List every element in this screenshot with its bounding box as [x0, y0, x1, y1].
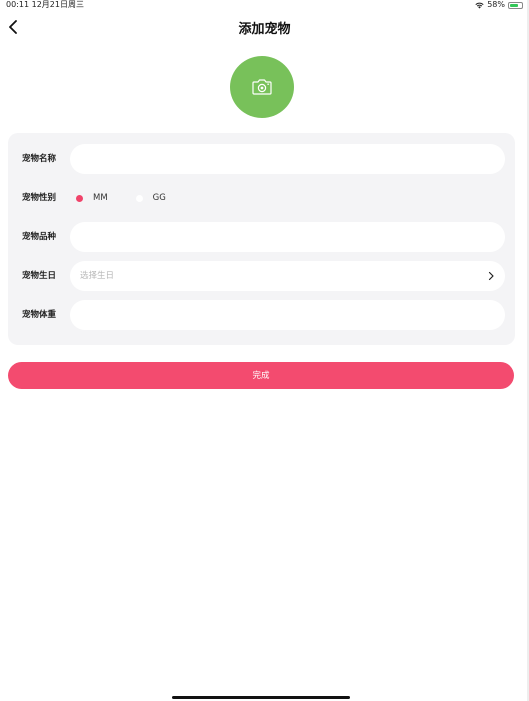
camera-icon	[252, 79, 272, 95]
gender-option-gg[interactable]: GG	[135, 193, 166, 203]
radio-selected-icon	[76, 194, 83, 202]
chevron-right-icon	[488, 271, 494, 281]
form-row-breed: 宠物品种	[8, 222, 515, 252]
gender-option-gg-label: GG	[152, 193, 166, 203]
battery-icon	[508, 1, 523, 9]
pet-weight-label: 宠物体重	[22, 310, 57, 320]
battery-level-fill	[510, 3, 518, 7]
birthday-placeholder: 选择生日	[80, 271, 115, 281]
form-row-weight: 宠物体重	[8, 300, 515, 330]
submit-button[interactable]: 完成	[8, 362, 514, 389]
page-title: 添加宠物	[238, 22, 291, 37]
birthday-picker[interactable]: 选择生日	[70, 261, 505, 291]
form-row-gender: 宠物性别 MM GG	[8, 183, 515, 213]
status-time-date: 00:11 12月21日周三	[6, 0, 84, 9]
pet-name-input[interactable]	[70, 144, 505, 174]
pet-name-label: 宠物名称	[22, 154, 57, 164]
radio-unselected-icon	[135, 194, 143, 202]
wifi-icon	[475, 2, 484, 8]
pet-birthday-label: 宠物生日	[22, 271, 57, 281]
pet-weight-input[interactable]	[70, 300, 505, 330]
pet-breed-label: 宠物品种	[22, 232, 57, 242]
add-pet-screen: 00:11 12月21日周三 58% 添加宠物 宠物名称 宠物性别 MM GG …	[0, 0, 529, 701]
pet-breed-input[interactable]	[70, 222, 505, 252]
status-bar: 00:11 12月21日周三 58%	[0, 0, 529, 10]
gender-option-mm[interactable]: MM	[76, 193, 108, 203]
gender-option-mm-label: MM	[93, 193, 108, 203]
pet-form-card: 宠物名称 宠物性别 MM GG 宠物品种 宠物生日 选择生日 宠物体重	[8, 133, 515, 345]
form-row-birthday: 宠物生日 选择生日	[8, 261, 515, 291]
home-indicator	[172, 696, 350, 699]
status-indicators: 58%	[475, 0, 523, 10]
pet-avatar-upload[interactable]	[230, 56, 294, 118]
nav-bar: 添加宠物	[0, 12, 529, 42]
gender-radio-group: MM GG	[76, 183, 166, 213]
pet-gender-label: 宠物性别	[22, 193, 57, 203]
form-row-name: 宠物名称	[8, 144, 515, 174]
battery-percent: 58%	[487, 0, 505, 9]
